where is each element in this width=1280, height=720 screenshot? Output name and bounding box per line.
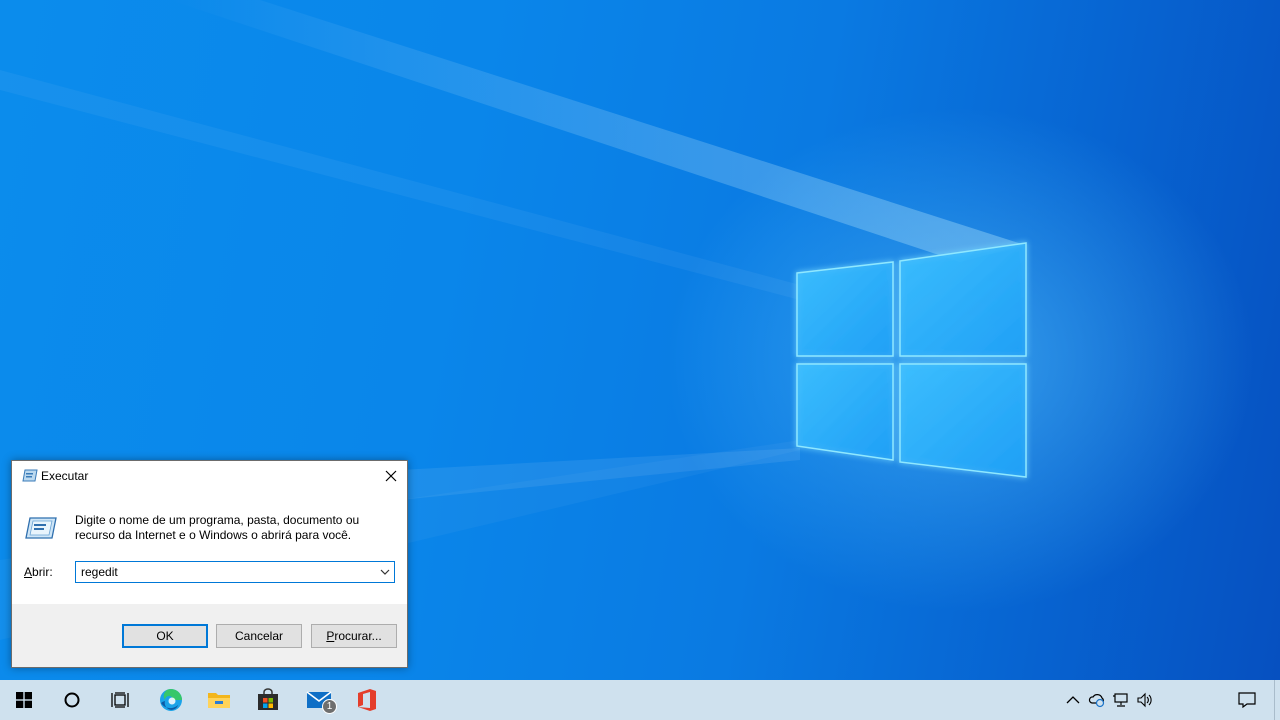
onedrive-tray-button[interactable] — [1087, 690, 1107, 710]
browse-button[interactable]: Procurar... — [311, 624, 397, 648]
start-button[interactable] — [0, 680, 48, 720]
file-explorer-button[interactable] — [195, 680, 243, 720]
mail-unread-badge: 1 — [322, 699, 337, 714]
dialog-description: Digite o nome de um programa, pasta, doc… — [75, 513, 360, 542]
open-input[interactable] — [76, 562, 377, 582]
run-dialog: Executar Digite o nome de um programa, p… — [11, 460, 408, 668]
store-icon — [258, 688, 278, 710]
open-label-mnemonic: A — [24, 565, 33, 579]
edge-icon — [160, 688, 182, 711]
action-center-button[interactable] — [1237, 690, 1257, 710]
start-icon — [16, 692, 32, 708]
office-button[interactable] — [343, 680, 391, 720]
edge-button[interactable] — [147, 680, 195, 720]
cancel-button[interactable]: Cancelar — [216, 624, 302, 648]
browse-text: rocurar... — [334, 629, 382, 643]
file-explorer-icon — [208, 693, 230, 708]
network-icon — [1113, 693, 1128, 707]
show-desktop-button[interactable] — [1274, 680, 1280, 720]
chevron-up-icon — [1066, 696, 1080, 704]
dialog-title: Executar — [41, 469, 89, 483]
office-icon — [358, 689, 376, 711]
close-button[interactable] — [375, 461, 407, 490]
volume-tray-button[interactable] — [1135, 690, 1155, 710]
chevron-down-icon[interactable] — [378, 565, 392, 579]
run-icon-large — [25, 517, 57, 539]
task-view-icon — [111, 692, 129, 708]
ok-button[interactable]: OK — [122, 624, 208, 648]
task-view-button[interactable] — [96, 680, 144, 720]
dialog-button-bar: OK Cancelar Procurar... — [12, 604, 407, 667]
open-label-text: brir: — [32, 565, 53, 579]
browse-mnemonic: P — [326, 629, 335, 643]
taskbar — [0, 680, 1280, 720]
store-button[interactable] — [244, 680, 292, 720]
open-combobox[interactable] — [75, 561, 395, 583]
run-icon — [22, 469, 38, 482]
onedrive-sync-icon — [1088, 694, 1105, 708]
dialog-titlebar[interactable]: Executar — [12, 461, 407, 491]
show-hidden-icons-button[interactable] — [1063, 690, 1083, 710]
open-label: Abrir: — [24, 565, 53, 579]
close-icon — [385, 470, 397, 481]
network-tray-button[interactable] — [1111, 690, 1131, 710]
notification-icon — [1238, 692, 1256, 708]
search-icon — [64, 692, 80, 708]
mail-button[interactable] — [295, 680, 343, 720]
search-button[interactable] — [48, 680, 96, 720]
volume-icon — [1137, 692, 1152, 708]
